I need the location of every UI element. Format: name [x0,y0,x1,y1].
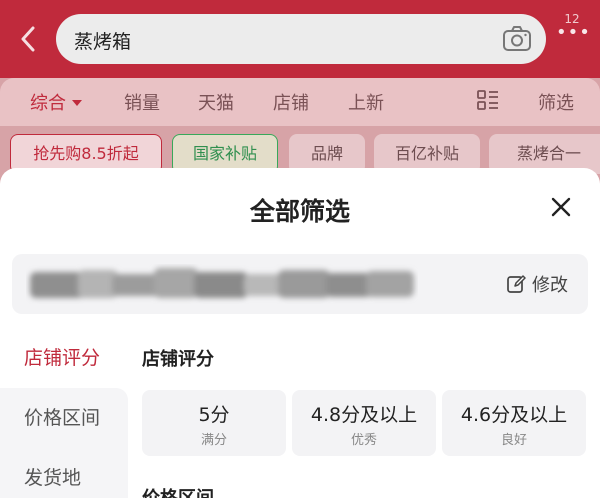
sort-bar: 综合 销量 天猫 店铺 上新 筛选 [0,78,600,126]
sort-item-tmall[interactable]: 天猫 [198,89,234,115]
nav-item-price-range[interactable]: 价格区间 [0,388,128,448]
filter-category-nav: 店铺评分 价格区间 发货地 [0,328,128,498]
rating-option-4-8[interactable]: 4.8分及以上 优秀 [292,390,436,456]
edit-address-button[interactable]: 修改 [506,271,568,297]
chevron-left-icon [21,26,35,52]
search-query: 蒸烤箱 [74,31,132,53]
back-button[interactable] [14,24,42,54]
option-desc: 良好 [500,433,527,448]
edit-icon [507,275,526,293]
rating-option-5[interactable]: 5分 满分 [142,390,286,456]
sort-item-new[interactable]: 上新 [348,89,384,115]
option-value: 4.6分及以上 [460,404,568,426]
delivery-address-bar[interactable]: 修改 [12,254,588,314]
close-icon[interactable] [546,192,576,222]
nav-item-store-rating[interactable]: 店铺评分 [0,328,128,388]
more-button[interactable]: 12 ••• [556,12,591,48]
rating-option-4-6[interactable]: 4.6分及以上 良好 [442,390,586,456]
caret-down-icon [72,100,82,106]
nav-item-ship-from[interactable]: 发货地 [0,448,128,498]
blurred-address [30,268,414,298]
sort-item-comprehensive[interactable]: 综合 [30,89,82,115]
filter-sheet: 全部筛选 修改 店铺评分 价格区间 发货地 店铺评分 5分 满分 4.8分及以上… [0,168,600,498]
sheet-title: 全部筛选 [249,197,350,226]
option-desc: 优秀 [350,433,377,448]
edit-label: 修改 [532,275,568,296]
sort-item-store[interactable]: 店铺 [273,89,309,115]
more-dots-icon: ••• [556,22,591,43]
section-title-price-range: 价格区间 [142,484,214,498]
filter-button[interactable]: 筛选 [538,89,574,115]
option-value: 4.8分及以上 [310,404,418,426]
list-view-icon[interactable] [476,88,500,112]
option-value: 5分 [198,404,230,426]
top-bar: 蒸烤箱 12 ••• [0,0,600,78]
camera-icon[interactable] [502,25,532,53]
sort-item-label: 综合 [30,93,66,114]
sort-item-sales[interactable]: 销量 [124,89,160,115]
search-box[interactable]: 蒸烤箱 [56,14,546,64]
section-title-store-rating: 店铺评分 [142,349,214,370]
option-desc: 满分 [200,433,227,448]
